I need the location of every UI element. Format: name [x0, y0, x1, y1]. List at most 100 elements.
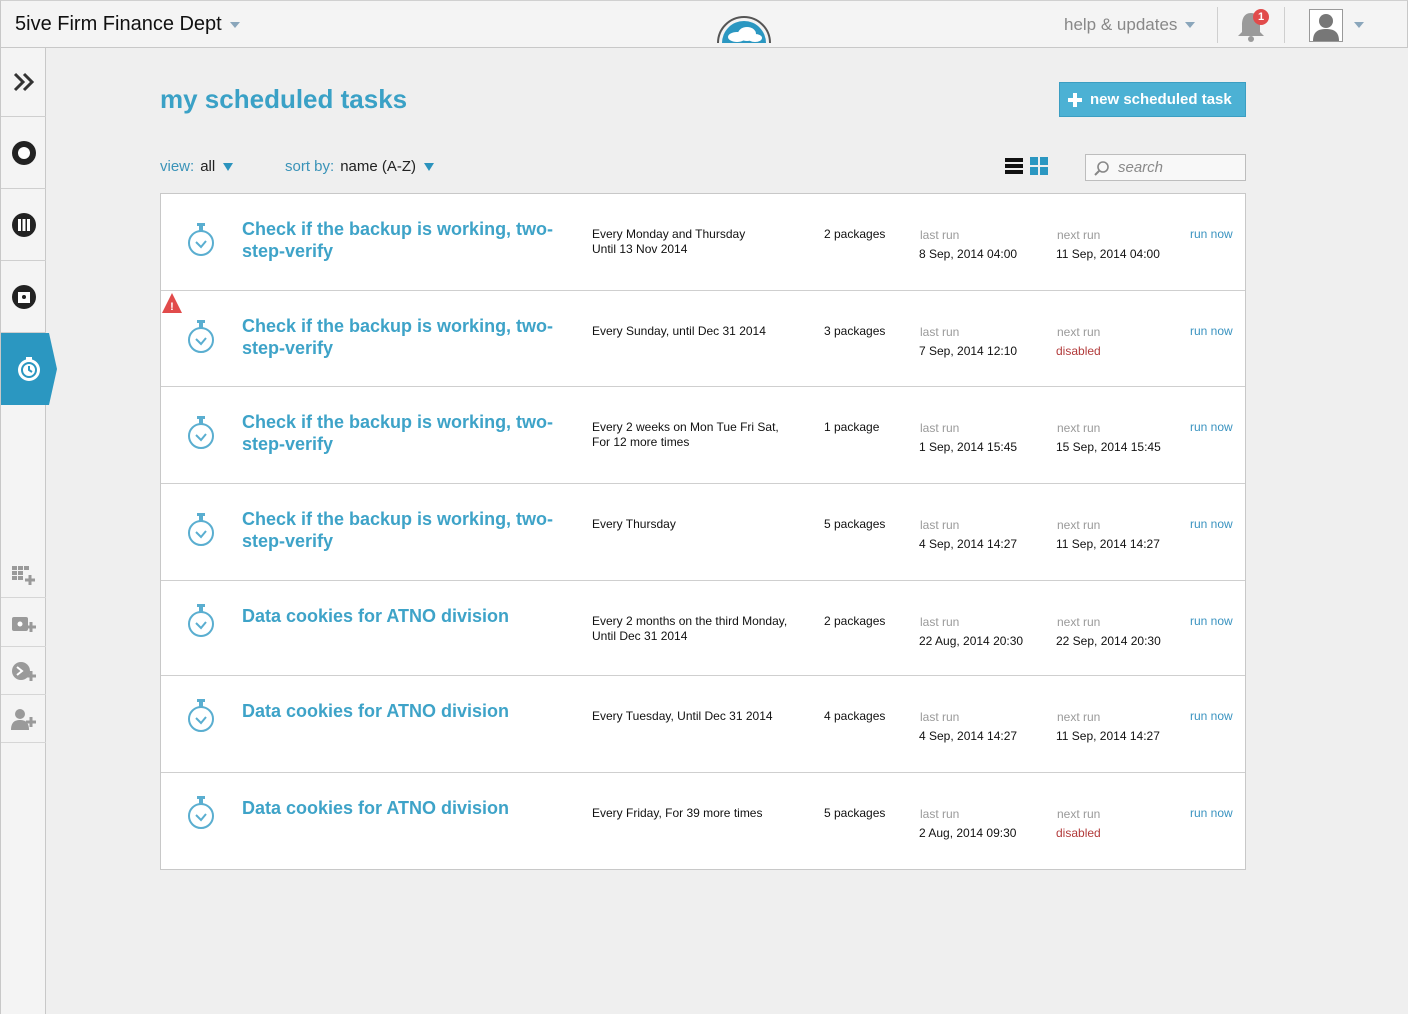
task-name[interactable]: Check if the backup is working, two-step…: [242, 508, 572, 552]
schedule-line: Every Thursday: [592, 517, 676, 531]
add-user-button[interactable]: [1, 695, 46, 743]
last-run-label: last run: [920, 710, 960, 724]
task-schedule: Every Sunday, until Dec 31 2014: [592, 324, 807, 339]
stopwatch-icon: [188, 416, 214, 449]
stopwatch-icon: [188, 604, 214, 637]
search-icon: [1094, 160, 1109, 176]
svg-text:!: !: [170, 301, 174, 313]
next-run-label: next run: [1057, 710, 1101, 724]
task-name[interactable]: Data cookies for ATNO division: [242, 605, 572, 627]
expand-sidebar-button[interactable]: [1, 48, 46, 117]
lockbox-icon: [11, 284, 36, 309]
last-run-value: 8 Sep, 2014 04:00: [919, 247, 1018, 261]
search-input[interactable]: [1118, 159, 1238, 176]
view-filter-value: all: [200, 158, 216, 175]
run-now-link[interactable]: run now: [1190, 324, 1233, 338]
task-name[interactable]: Check if the backup is working, two-step…: [242, 411, 572, 455]
org-switcher[interactable]: 5ive Firm Finance Dept: [15, 13, 240, 36]
schedule-line: For 12 more times: [592, 435, 690, 449]
schedule-line: Every Friday, For 39 more times: [592, 806, 763, 820]
page-title: my scheduled tasks: [160, 84, 408, 114]
add-lockbox-icon: [11, 616, 36, 632]
last-run-label: last run: [920, 615, 960, 629]
task-list: Check if the backup is working, two-step…: [160, 193, 1246, 870]
sidebar-item-vault[interactable]: [1, 261, 46, 333]
new-button-label: new scheduled task: [1090, 91, 1232, 108]
run-now-link[interactable]: run now: [1190, 709, 1233, 723]
stopwatch-icon: [188, 223, 214, 256]
grid-view-icon[interactable]: [1030, 157, 1048, 175]
task-row[interactable]: Data cookies for ATNO division Every Fri…: [161, 773, 1245, 870]
add-grid-icon: [11, 565, 35, 585]
triangle-down-icon: [223, 162, 234, 171]
task-schedule: Every Tuesday, Until Dec 31 2014: [592, 709, 807, 724]
last-run-label: last run: [920, 421, 960, 435]
list-view-icon[interactable]: [1005, 157, 1023, 175]
next-run-label: next run: [1057, 615, 1101, 629]
task-name[interactable]: Check if the backup is working, two-step…: [242, 218, 572, 262]
run-now-link[interactable]: run now: [1190, 227, 1233, 241]
user-silhouette-icon: [1313, 14, 1339, 41]
stopwatch-icon: [188, 796, 214, 829]
chevron-down-icon[interactable]: [1354, 22, 1364, 28]
task-row[interactable]: Data cookies for ATNO division Every 2 m…: [161, 581, 1245, 676]
triangle-down-icon: [424, 162, 435, 171]
run-now-link[interactable]: run now: [1190, 614, 1233, 628]
stopwatch-icon: [188, 699, 214, 732]
sort-filter-value: name (A-Z): [340, 158, 417, 175]
task-packages[interactable]: 5 packages: [824, 517, 885, 531]
next-run-value: 22 Sep, 2014 20:30: [1056, 634, 1161, 648]
run-now-link[interactable]: run now: [1190, 517, 1233, 531]
task-packages[interactable]: 4 packages: [824, 709, 885, 723]
search-box[interactable]: [1085, 154, 1246, 181]
next-run-label: next run: [1057, 228, 1101, 242]
header-divider: [1217, 7, 1218, 43]
task-row[interactable]: ! Check if the backup is working, two-st…: [161, 291, 1245, 387]
sidebar-item-scheduled-tasks[interactable]: [1, 333, 57, 405]
help-updates-menu[interactable]: help & updates: [1064, 15, 1196, 35]
sidebar-item-dashboard[interactable]: [1, 117, 46, 189]
add-command-button[interactable]: [1, 647, 46, 695]
next-run-value: 11 Sep, 2014 14:27: [1056, 537, 1160, 551]
last-run-label: last run: [920, 325, 960, 339]
task-packages[interactable]: 3 packages: [824, 324, 885, 338]
task-packages[interactable]: 2 packages: [824, 227, 885, 241]
task-row[interactable]: Check if the backup is working, two-step…: [161, 194, 1245, 291]
cloud-logo-icon[interactable]: [715, 7, 773, 43]
task-schedule: Every Monday and Thursday Until 13 Nov 2…: [592, 227, 807, 257]
view-filter[interactable]: view: all: [160, 158, 234, 175]
run-now-link[interactable]: run now: [1190, 420, 1233, 434]
task-packages[interactable]: 1 package: [824, 420, 879, 434]
add-vault-button[interactable]: [1, 599, 46, 647]
task-schedule: Every 2 months on the third Monday, Unti…: [592, 614, 807, 644]
task-row[interactable]: Check if the backup is working, two-step…: [161, 484, 1245, 581]
new-scheduled-task-button[interactable]: new scheduled task: [1059, 82, 1246, 117]
help-label: help & updates: [1064, 15, 1178, 34]
next-run-value: 15 Sep, 2014 15:45: [1056, 440, 1161, 454]
chevron-down-icon: [1185, 22, 1196, 28]
top-header: 5ive Firm Finance Dept help & updates 1: [0, 0, 1408, 48]
sort-filter[interactable]: sort by: name (A-Z): [285, 158, 435, 175]
task-name[interactable]: Data cookies for ATNO division: [242, 797, 572, 819]
task-row[interactable]: Data cookies for ATNO division Every Tue…: [161, 676, 1245, 773]
task-name[interactable]: Data cookies for ATNO division: [242, 700, 572, 722]
library-icon: [11, 212, 36, 237]
task-packages[interactable]: 5 packages: [824, 806, 885, 820]
task-packages[interactable]: 2 packages: [824, 614, 885, 628]
last-run-label: last run: [920, 807, 960, 821]
next-run-label: next run: [1057, 518, 1101, 532]
last-run-value: 1 Sep, 2014 15:45: [919, 440, 1018, 454]
schedule-line: Every 2 months on the third Monday,: [592, 614, 788, 628]
next-run-value: 11 Sep, 2014 14:27: [1056, 729, 1160, 743]
sidebar-item-library[interactable]: [1, 189, 46, 261]
task-name[interactable]: Check if the backup is working, two-step…: [242, 315, 572, 359]
run-now-link[interactable]: run now: [1190, 806, 1233, 820]
last-run-value: 22 Aug, 2014 20:30: [919, 634, 1024, 648]
last-run-value: 2 Aug, 2014 09:30: [919, 826, 1017, 840]
stopwatch-icon: [188, 513, 214, 546]
stopwatch-icon: [18, 357, 40, 381]
notification-badge: 1: [1253, 9, 1269, 25]
add-grid-button[interactable]: [1, 550, 46, 598]
avatar[interactable]: [1309, 9, 1343, 42]
task-row[interactable]: Check if the backup is working, two-step…: [161, 387, 1245, 484]
